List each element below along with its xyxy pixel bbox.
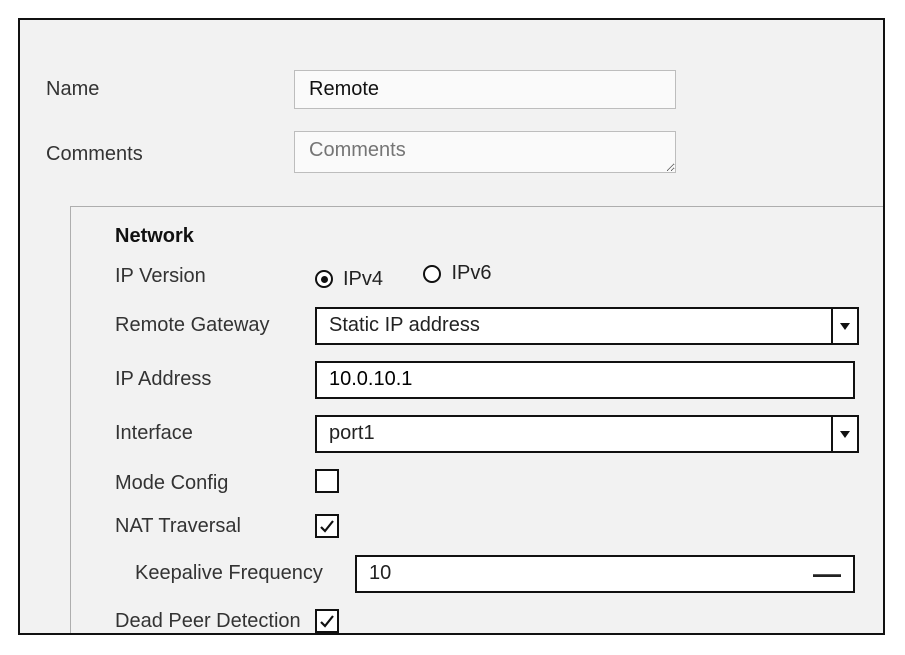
ip-version-radiogroup: IPv4 IPv6 [315, 262, 863, 291]
name-label: Name [46, 78, 294, 101]
keepalive-value: 10 [369, 562, 813, 585]
radio-dot-icon [423, 265, 441, 283]
checkmark-icon [319, 518, 335, 534]
ip-version-label: IP Version [115, 265, 315, 288]
dropdown-button[interactable] [831, 309, 857, 343]
name-row: Name [46, 70, 857, 109]
network-section-title: Network [115, 225, 863, 248]
dpd-label: Dead Peer Detection [115, 610, 315, 633]
remote-gateway-row: Remote Gateway Static IP address [115, 307, 863, 345]
interface-label: Interface [115, 422, 315, 445]
remote-gateway-dropdown[interactable]: Static IP address [315, 307, 859, 345]
ipv4-radio-label: IPv4 [343, 268, 383, 291]
ip-address-row: IP Address [115, 361, 863, 399]
comments-label: Comments [46, 143, 294, 166]
nat-traversal-checkbox[interactable] [315, 514, 339, 538]
keepalive-row: Keepalive Frequency 10 — [115, 555, 863, 593]
interface-value: port1 [317, 417, 831, 451]
mode-config-label: Mode Config [115, 472, 315, 495]
chevron-down-icon [840, 429, 850, 439]
name-input[interactable] [294, 70, 676, 109]
config-form-panel: Name Comments Network IP Version IPv4 [18, 18, 885, 635]
top-fields: Name Comments [46, 70, 857, 200]
dpd-checkbox[interactable] [315, 609, 339, 633]
stepper-decrement-icon[interactable]: — [813, 560, 841, 588]
remote-gateway-value: Static IP address [317, 309, 831, 343]
mode-config-row: Mode Config [115, 469, 863, 498]
dropdown-button[interactable] [831, 417, 857, 451]
ip-version-ipv6-radio[interactable]: IPv6 [423, 262, 491, 285]
radio-dot-icon [315, 270, 333, 288]
ip-version-row: IP Version IPv4 IPv6 [115, 262, 863, 291]
nat-traversal-label: NAT Traversal [115, 515, 315, 538]
comments-row: Comments [46, 131, 857, 178]
mode-config-checkbox[interactable] [315, 469, 339, 493]
checkmark-icon [319, 613, 335, 629]
ipv6-radio-label: IPv6 [451, 262, 491, 285]
interface-dropdown[interactable]: port1 [315, 415, 859, 453]
chevron-down-icon [840, 321, 850, 331]
nat-traversal-row: NAT Traversal [115, 514, 863, 539]
ip-address-input[interactable] [315, 361, 855, 399]
interface-row: Interface port1 [115, 415, 863, 453]
remote-gateway-label: Remote Gateway [115, 314, 315, 337]
ip-version-ipv4-radio[interactable]: IPv4 [315, 268, 383, 291]
dpd-row: Dead Peer Detection [115, 609, 863, 634]
comments-input[interactable] [294, 131, 676, 173]
keepalive-stepper[interactable]: 10 — [355, 555, 855, 593]
network-panel: Network IP Version IPv4 IPv6 Remote [70, 206, 883, 633]
ip-address-label: IP Address [115, 368, 315, 391]
keepalive-label: Keepalive Frequency [115, 562, 355, 585]
